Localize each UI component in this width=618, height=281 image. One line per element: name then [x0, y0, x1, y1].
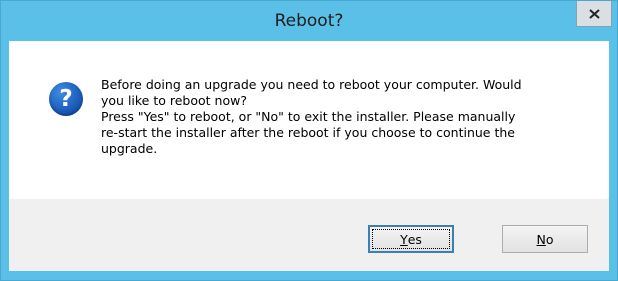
dialog-title: Reboot? — [274, 11, 344, 31]
dialog-message: Before doing an upgrade you need to rebo… — [101, 77, 522, 156]
close-button[interactable] — [576, 1, 612, 27]
no-button-accelerator: N — [536, 231, 546, 247]
reboot-dialog-window: Reboot? ? Before doing an upgrade you ne… — [0, 0, 618, 281]
question-icon: ? — [49, 82, 83, 116]
close-icon — [588, 8, 600, 19]
focus-indicator — [372, 229, 450, 249]
yes-button[interactable]: Yes — [368, 225, 454, 253]
no-button-label: o — [545, 231, 554, 247]
button-area: Yes No — [9, 199, 609, 271]
dialog-content: ? Before doing an upgrade you need to re… — [9, 41, 609, 199]
title-bar[interactable]: Reboot? — [1, 1, 617, 41]
no-button[interactable]: No — [502, 225, 588, 253]
